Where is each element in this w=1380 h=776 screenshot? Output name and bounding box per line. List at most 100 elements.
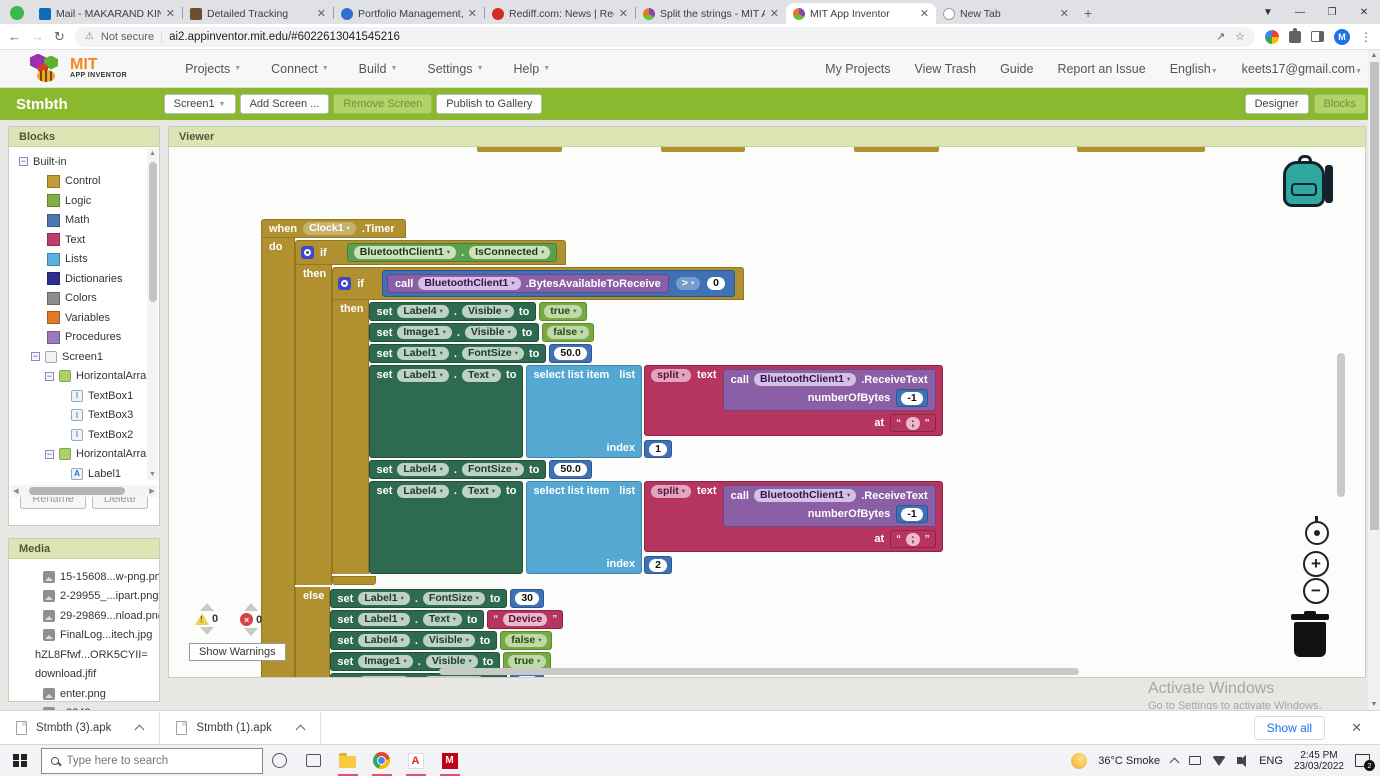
weather-text[interactable]: 36°C Smoke — [1098, 755, 1160, 767]
set-label1-text-device-block[interactable]: setLabel1.Textto “Device” — [330, 610, 563, 629]
split-dropdown[interactable]: split — [651, 369, 691, 382]
tree-node-horizontal-arrangement-1[interactable]: HorizontalArrangemer — [9, 367, 159, 387]
if-header[interactable]: if BluetoothClient1 . IsConnected — [295, 240, 566, 265]
window-minimize-button[interactable]: — — [1284, 0, 1316, 24]
url-text[interactable]: ai2.appinventor.mit.edu/#602261304154521… — [169, 31, 400, 43]
number-field[interactable]: 1 — [649, 443, 667, 456]
tab-split-strings[interactable]: Split the strings - MIT App Inve ✕ — [636, 3, 786, 24]
tab-new-tab[interactable]: New Tab ✕ — [936, 3, 1076, 24]
chevron-up-icon[interactable] — [295, 724, 305, 734]
property-dropdown[interactable]: Text — [462, 485, 501, 498]
string-field[interactable]: Device — [503, 613, 547, 626]
scroll-left-icon[interactable]: ◀ — [11, 487, 21, 495]
palette-category-logic[interactable]: Logic — [9, 191, 159, 211]
string-field[interactable]: ; — [906, 417, 920, 430]
search-input[interactable] — [67, 755, 237, 767]
mutator-gear-icon[interactable] — [301, 246, 314, 259]
number-field[interactable]: 0 — [707, 277, 725, 290]
zoom-in-button[interactable]: + — [1303, 551, 1329, 577]
tab-close-icon[interactable]: ✕ — [920, 7, 929, 20]
expand-errors-arrow-icon[interactable] — [244, 628, 258, 636]
tree-node-textbox1[interactable]: ITextBox1 — [9, 386, 159, 406]
scroll-right-icon[interactable]: ▶ — [147, 487, 157, 495]
tree-node-label1[interactable]: ALabel1 — [9, 464, 159, 484]
account-menu[interactable]: keets17@gmail.com▼ — [1242, 62, 1362, 76]
canvas-vertical-scrollbar[interactable] — [1337, 353, 1345, 497]
link-guide[interactable]: Guide — [1000, 62, 1033, 76]
back-button[interactable]: ← — [8, 29, 21, 44]
logic-false-block[interactable]: false — [500, 631, 552, 650]
number-block[interactable]: -1 — [896, 505, 927, 523]
new-tab-button[interactable]: + — [1084, 5, 1092, 21]
download-item-2[interactable]: Stmbth (1).apk — [160, 711, 320, 744]
component-dropdown[interactable]: BluetoothClient1 — [418, 277, 520, 290]
separator-string-block[interactable]: “;” — [890, 414, 936, 432]
select-list-item-block[interactable]: select list itemlist index — [526, 481, 942, 574]
component-dropdown[interactable]: BluetoothClient1 — [754, 373, 856, 386]
trash-can-icon[interactable] — [1291, 611, 1329, 657]
collapse-icon[interactable] — [31, 352, 40, 361]
property-dropdown[interactable]: FontSize — [462, 347, 524, 360]
scrollbar-thumb[interactable] — [29, 487, 125, 495]
tree-node-screen1[interactable]: Screen1 — [9, 347, 159, 367]
tab-close-icon[interactable]: ✕ — [770, 7, 779, 20]
component-dropdown[interactable]: Label4 — [358, 634, 410, 647]
property-dropdown[interactable]: IsConnected — [469, 246, 550, 259]
clipped-block[interactable] — [1077, 147, 1205, 152]
scroll-up-icon[interactable]: ▲ — [1368, 50, 1380, 61]
tab-close-icon[interactable]: ✕ — [619, 7, 628, 20]
scroll-up-icon[interactable]: ▲ — [147, 149, 158, 159]
palette-category-variables[interactable]: Variables — [9, 308, 159, 328]
logic-dropdown[interactable]: true — [544, 305, 582, 318]
tab-mit-app-inventor-active[interactable]: MIT App Inventor ✕ — [786, 3, 936, 24]
browser-menu-icon[interactable]: ⋮ — [1360, 30, 1372, 44]
receive-text-call-block[interactable]: callBluetoothClient1.ReceiveText numberO… — [723, 485, 936, 527]
number-field[interactable]: -1 — [901, 508, 922, 521]
media-file[interactable]: download.jfif — [9, 665, 159, 685]
palette-category-colors[interactable]: Colors — [9, 289, 159, 309]
menu-projects[interactable]: Projects▼ — [185, 62, 241, 76]
palette-category-text[interactable]: Text — [9, 230, 159, 250]
number-block[interactable]: 50.0 — [549, 344, 591, 363]
show-all-downloads-button[interactable]: Show all — [1254, 716, 1325, 740]
tree-node-builtin[interactable]: Built-in — [9, 152, 159, 172]
speaker-icon[interactable] — [1237, 757, 1242, 764]
taskbar-search[interactable] — [41, 748, 263, 774]
palette-category-lists[interactable]: Lists — [9, 250, 159, 270]
language-selector[interactable]: English▼ — [1170, 62, 1218, 76]
reload-button[interactable]: ↻ — [54, 29, 65, 45]
scrollbar-thumb[interactable] — [1370, 62, 1379, 530]
tab-rediff[interactable]: Rediff.com: News | Rediffmail | ✕ — [485, 3, 635, 24]
menu-settings[interactable]: Settings▼ — [427, 62, 483, 76]
component-dropdown[interactable]: Label1 — [358, 592, 410, 605]
palette-horizontal-scrollbar[interactable]: ◀ ▶ — [11, 485, 157, 497]
media-file[interactable]: enter.png — [9, 684, 159, 704]
logic-dropdown[interactable]: true — [508, 655, 546, 668]
tree-node-textbox2[interactable]: ITextBox2 — [9, 425, 159, 445]
weather-icon[interactable] — [1071, 753, 1087, 769]
set-image1-visible-block[interactable]: setImage1.Visibleto false — [369, 323, 594, 342]
tab-close-icon[interactable]: ✕ — [1060, 7, 1069, 20]
number-field[interactable]: -1 — [901, 392, 922, 405]
index-number-block[interactable]: 1 — [644, 440, 672, 458]
keyboard-language[interactable]: ENG — [1259, 755, 1283, 767]
scroll-down-icon[interactable]: ▼ — [1368, 699, 1380, 710]
menu-connect[interactable]: Connect▼ — [271, 62, 329, 76]
wifi-icon[interactable] — [1212, 756, 1226, 766]
if-bytes-available-block[interactable]: if call BluetoothClient1 .BytesAvailable… — [332, 267, 942, 585]
scrollbar-thumb[interactable] — [149, 162, 157, 302]
publish-to-gallery-button[interactable]: Publish to Gallery — [436, 94, 542, 114]
logic-false-block[interactable]: false — [542, 323, 594, 342]
canvas-horizontal-scrollbar[interactable] — [439, 668, 1079, 675]
property-dropdown[interactable]: Text — [423, 613, 462, 626]
action-center-icon[interactable]: 2 — [1355, 754, 1370, 767]
menu-help[interactable]: Help▼ — [514, 62, 551, 76]
component-dropdown[interactable]: Image1 — [397, 326, 451, 339]
designer-toggle-button[interactable]: Designer — [1245, 94, 1309, 114]
link-my-projects[interactable]: My Projects — [825, 62, 890, 76]
palette-category-math[interactable]: Math — [9, 211, 159, 231]
logic-true-block[interactable]: true — [539, 302, 587, 321]
red-m-app-button[interactable] — [433, 745, 467, 776]
media-file[interactable]: 29-29869...nload.png — [9, 606, 159, 626]
collapse-icon[interactable] — [19, 157, 28, 166]
